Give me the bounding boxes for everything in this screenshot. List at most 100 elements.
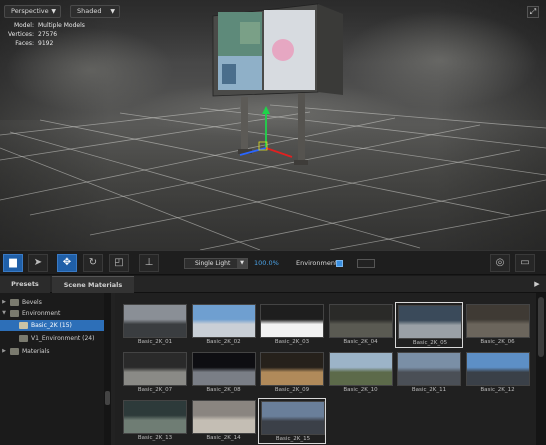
- light-intensity-value[interactable]: 100.0%: [254, 258, 279, 269]
- select-tool-button[interactable]: ➤: [28, 254, 48, 272]
- tree-item-label: V1_Environment (24): [31, 335, 95, 342]
- rotate-tool-button[interactable]: ↻: [83, 254, 103, 272]
- environment-thumbnail[interactable]: Basic_2K_12: [464, 350, 532, 396]
- floor-grid: [0, 104, 546, 250]
- thumbnail-label: Basic_2K_05: [412, 340, 448, 346]
- view-mode-dropdown[interactable]: Perspective ▼: [4, 5, 61, 18]
- stat-row: Model: Multiple Models: [6, 21, 85, 30]
- viewport-toolbar: ▆ ➤ ✥ ↻ ◰ ⊥ Single Light ▼ 100.0% Enviro…: [0, 250, 546, 275]
- environment-label: Environment: [296, 259, 338, 267]
- hdri-preview-image: [191, 400, 256, 434]
- collapse-arrow-icon[interactable]: ▼: [0, 308, 8, 319]
- grid-scrollbar[interactable]: [536, 293, 546, 445]
- thumbnail-label: Basic_2K_08: [206, 387, 241, 393]
- hdri-preview-image: [123, 400, 187, 434]
- environment-checkbox[interactable]: [336, 260, 343, 267]
- axis-icon: ⊥: [144, 257, 154, 268]
- shading-mode-label: Shaded: [77, 7, 102, 15]
- chevron-down-icon: ▼: [110, 8, 115, 15]
- environment-thumbnail[interactable]: Basic_2K_08: [190, 350, 258, 396]
- light-mode-dropdown[interactable]: Single Light ▼: [184, 258, 248, 269]
- stat-value: 9192: [38, 40, 54, 47]
- stat-key: Faces:: [15, 40, 34, 47]
- expand-arrow-icon[interactable]: ▶: [0, 297, 8, 308]
- thumbnail-label: Basic_2K_07: [137, 387, 173, 393]
- hdri-preview-image: [328, 304, 393, 338]
- stat-row: Faces: 9192: [6, 39, 85, 48]
- hdri-preview-image: [260, 304, 324, 338]
- stat-key: Model:: [13, 22, 34, 29]
- environment-thumbnail[interactable]: Basic_2K_14: [190, 398, 258, 444]
- thumbnail-label: Basic_2K_11: [411, 387, 447, 393]
- hdri-preview-image: [123, 304, 187, 338]
- environment-thumbnail[interactable]: Basic_2K_05: [395, 302, 463, 348]
- thumbnail-label: Basic_2K_03: [274, 339, 310, 345]
- billboard-model: [212, 3, 343, 165]
- tree-item-label: Basic_2K (15): [31, 322, 72, 329]
- environment-thumbnail[interactable]: Basic_2K_09: [258, 350, 326, 396]
- tab-scene-materials[interactable]: Scene Materials: [52, 276, 134, 293]
- thumbnail-label: Basic_2K_09: [274, 387, 310, 393]
- thumbnail-label: Basic_2K_10: [343, 387, 378, 393]
- tree-item-v1-environment[interactable]: V1_Environment (24): [0, 333, 104, 344]
- hdri-preview-image: [261, 401, 325, 435]
- stat-value: 27576: [38, 31, 58, 38]
- environment-thumbnail[interactable]: Basic_2K_03: [258, 302, 326, 348]
- maximize-icon: ⤢: [529, 7, 537, 16]
- transform-tool-button[interactable]: ⊥: [139, 254, 159, 272]
- thumbnail-label: Basic_2K_01: [137, 339, 173, 345]
- hdri-preview-image: [398, 305, 462, 339]
- stat-row: Vertices: 27576: [6, 30, 85, 39]
- camera-tool-button[interactable]: ▆: [3, 254, 23, 272]
- hdri-preview-image: [328, 352, 393, 386]
- tree-item-label: Materials: [22, 348, 50, 355]
- folder-icon: [19, 322, 28, 329]
- environment-thumbnail[interactable]: Basic_2K_04: [327, 302, 395, 348]
- thumbnail-label: Basic_2K_15: [275, 436, 311, 442]
- tree-item-environment[interactable]: ▼ Environment: [0, 308, 104, 319]
- environment-thumbnail[interactable]: Basic_2K_11: [395, 350, 463, 396]
- tree-item-label: Bevels: [22, 299, 42, 306]
- tree-scrollbar[interactable]: [104, 293, 111, 445]
- tree-item-bevels[interactable]: ▶ Bevels: [0, 297, 104, 308]
- folder-icon: [19, 335, 28, 342]
- environment-thumbnail[interactable]: Basic_2K_13: [121, 398, 189, 444]
- panel-menu-button[interactable]: ▶: [532, 276, 542, 293]
- stat-value: Multiple Models: [38, 22, 85, 29]
- environment-thumbnail[interactable]: Basic_2K_15: [258, 398, 326, 444]
- tree-item-basic-2k[interactable]: Basic_2K (15): [0, 320, 104, 331]
- thumbnail-label: Basic_2K_04: [343, 339, 378, 345]
- environment-thumbnail[interactable]: Basic_2K_02: [190, 302, 258, 348]
- environment-thumbnail[interactable]: Basic_2K_07: [121, 350, 189, 396]
- thumbnail-label: Basic_2K_12: [480, 387, 515, 393]
- environment-thumbnail[interactable]: Basic_2K_10: [327, 350, 395, 396]
- thumbnail-label: Basic_2K_06: [480, 339, 515, 345]
- scrollbar-thumb[interactable]: [538, 297, 544, 357]
- maximize-button[interactable]: ⤢: [527, 6, 539, 18]
- 3d-viewport[interactable]: Perspective ▼ Shaded ▼ Model: Multiple Mo…: [0, 0, 546, 250]
- hdri-preview-image: [123, 352, 187, 386]
- thumbnail-label: Basic_2K_13: [137, 435, 173, 441]
- move-tool-button[interactable]: ✥: [57, 254, 77, 272]
- scrollbar-thumb[interactable]: [105, 391, 110, 405]
- chevron-down-icon: ▼: [51, 8, 56, 15]
- tree-item-materials[interactable]: ▶ Materials: [0, 346, 104, 357]
- hdri-preview-image: [397, 352, 461, 386]
- environment-color-swatch[interactable]: [357, 259, 375, 268]
- scale-tool-button[interactable]: ◰: [109, 254, 129, 272]
- target-icon: ◎: [495, 257, 505, 268]
- stat-key: Vertices:: [8, 31, 34, 38]
- camera-icon: ▆: [9, 257, 17, 268]
- thumbnail-label: Basic_2K_14: [206, 435, 241, 441]
- environment-thumbnail[interactable]: Basic_2K_06: [464, 302, 532, 348]
- environment-thumbnail[interactable]: Basic_2K_01: [121, 302, 189, 348]
- display-button[interactable]: ▭: [515, 254, 535, 272]
- shading-mode-dropdown[interactable]: Shaded ▼: [70, 5, 120, 18]
- expand-arrow-icon[interactable]: ▶: [0, 346, 8, 357]
- target-button[interactable]: ◎: [490, 254, 510, 272]
- rotate-icon: ↻: [88, 257, 98, 268]
- tab-presets[interactable]: Presets: [0, 276, 50, 293]
- scene-stats: Model: Multiple Models Vertices: 27576 Fac…: [6, 21, 85, 48]
- scale-icon: ◰: [114, 257, 124, 268]
- hdri-preview-image: [191, 304, 256, 338]
